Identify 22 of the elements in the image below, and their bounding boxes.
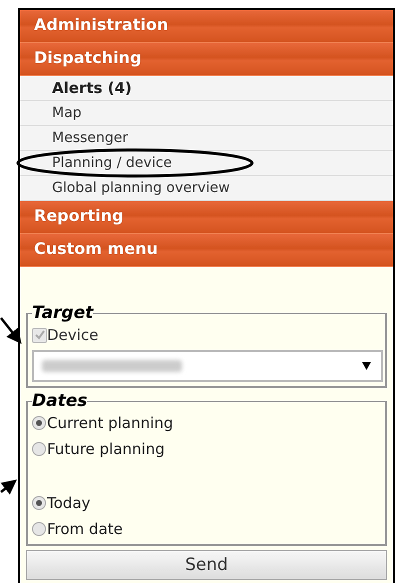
send-button[interactable]: Send: [26, 550, 387, 580]
checkbox-label: Device: [47, 326, 98, 344]
menu-item[interactable]: Messenger: [20, 126, 393, 151]
radio-label: Current planning: [47, 414, 174, 432]
menu-item[interactable]: Global planning overview: [20, 176, 393, 201]
fieldset-legend: Target: [32, 304, 94, 322]
menu-header[interactable]: Dispatching: [20, 43, 393, 76]
radio-button[interactable]: [32, 496, 46, 510]
fieldset-legend: Dates: [32, 392, 88, 410]
menu-header[interactable]: Administration: [20, 10, 393, 43]
radio-button[interactable]: [32, 522, 46, 536]
menu-item[interactable]: Alerts (4): [20, 76, 393, 101]
caret-icon: [362, 362, 371, 370]
menu-item[interactable]: Map: [20, 101, 393, 126]
radio-button[interactable]: [32, 416, 46, 430]
menu-header[interactable]: Reporting: [20, 201, 393, 234]
radio-label: Future planning: [47, 440, 165, 458]
radio-button[interactable]: [32, 442, 46, 456]
radio-label: From date: [47, 520, 123, 538]
device-select[interactable]: [32, 350, 383, 382]
radio-label: Today: [47, 494, 90, 512]
menu-header[interactable]: Custom menu: [20, 234, 393, 267]
